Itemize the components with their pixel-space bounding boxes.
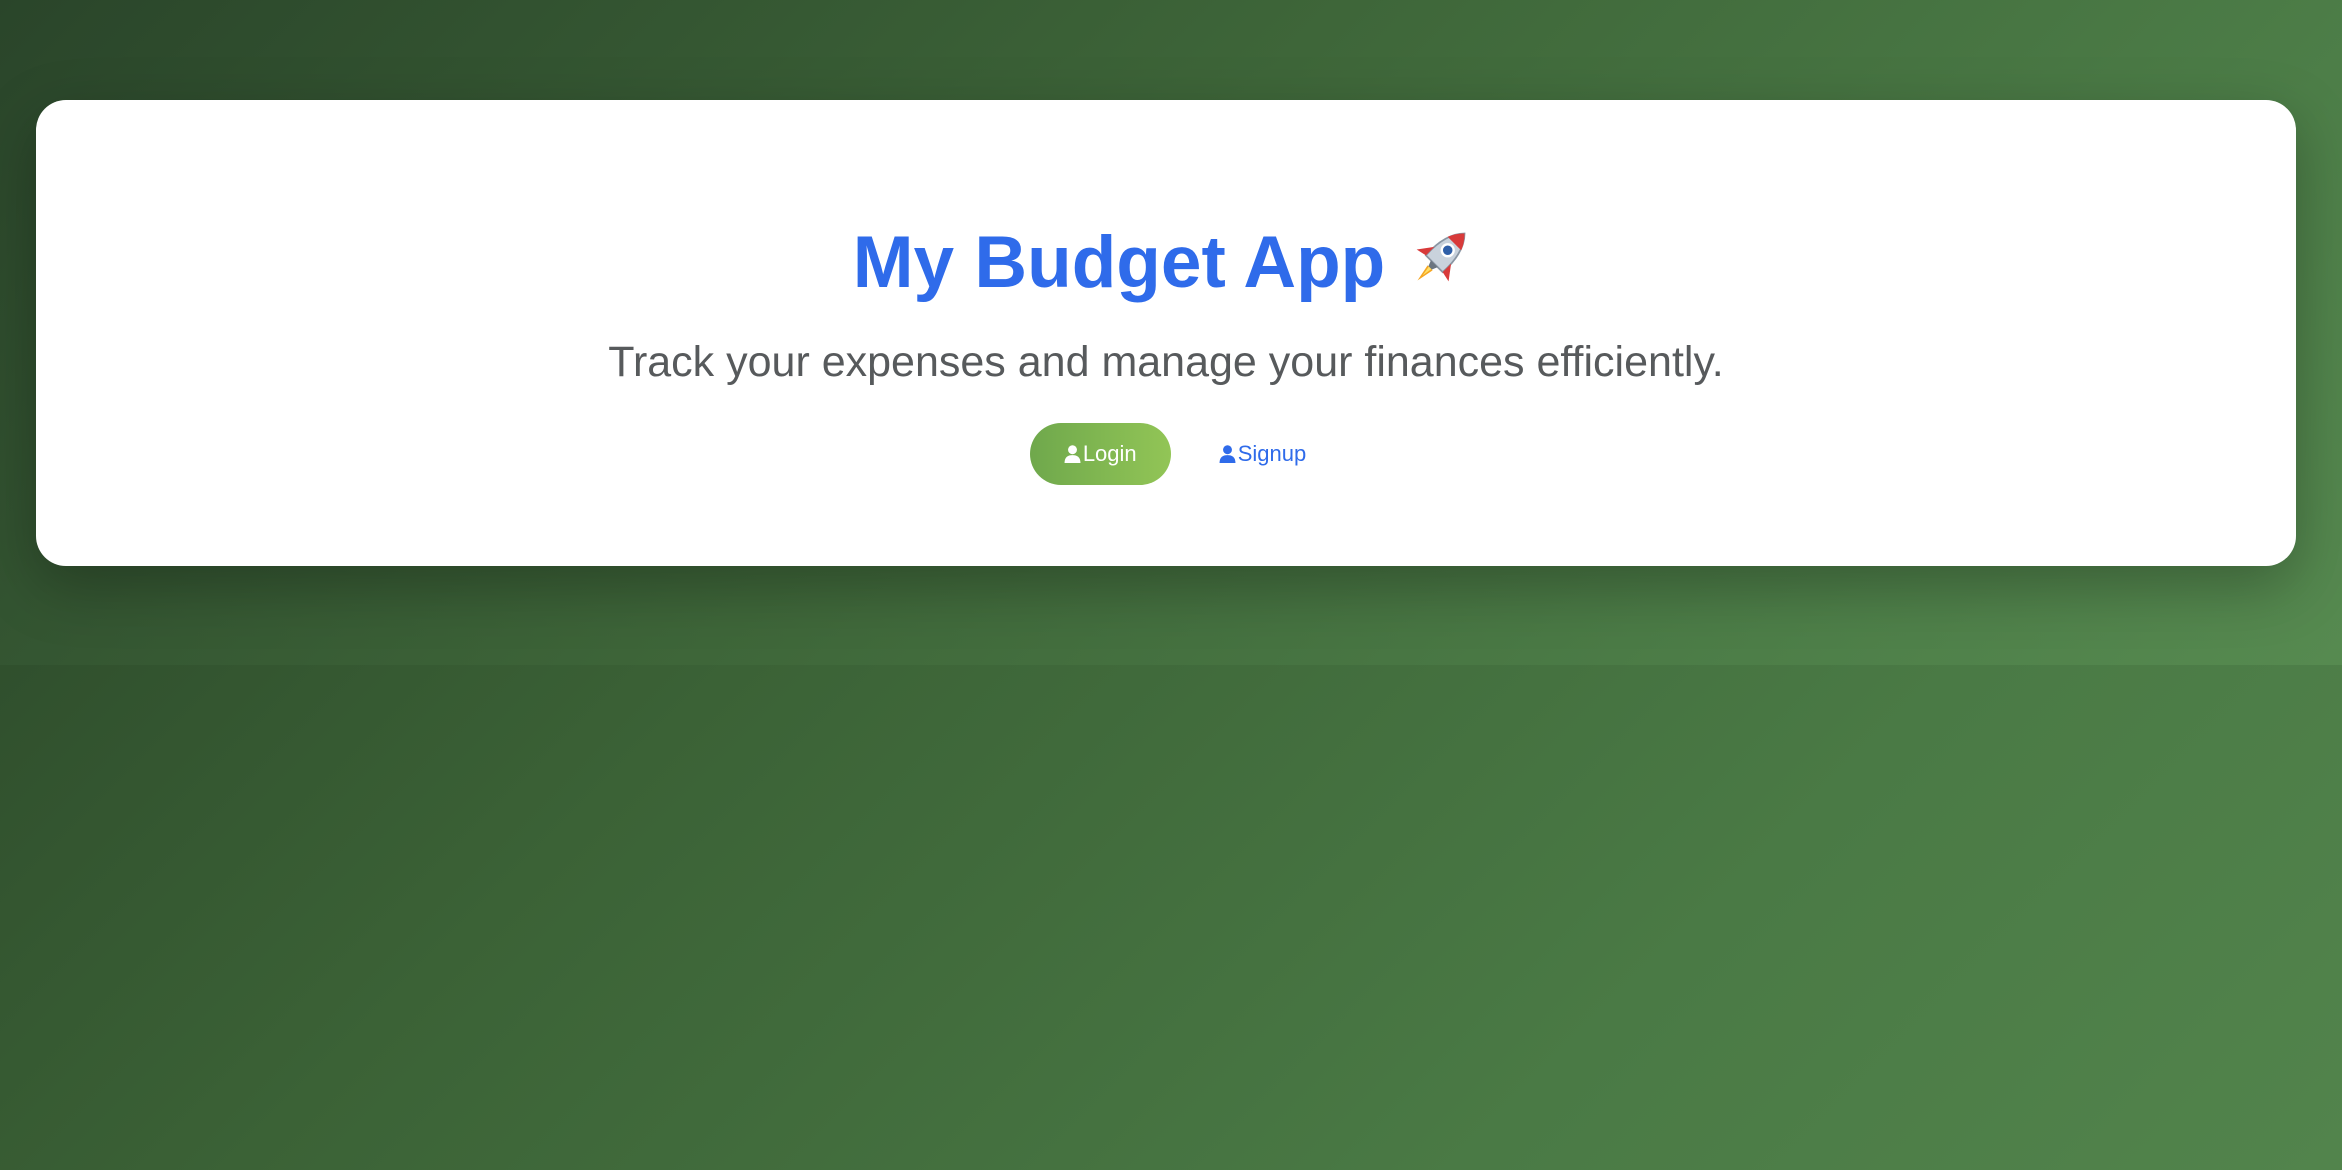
signup-label: Signup bbox=[1237, 441, 1307, 466]
page-subtitle: Track your expenses and manage your fina… bbox=[608, 338, 1724, 386]
welcome-card: My Budget App Track your expenses and ma… bbox=[36, 100, 2296, 566]
user-icon bbox=[1219, 445, 1236, 464]
user-icon bbox=[1064, 445, 1081, 464]
rocket-icon bbox=[1416, 232, 1466, 282]
login-label: Login bbox=[1082, 441, 1137, 466]
auth-actions: Login Signup bbox=[36, 422, 2296, 486]
app-title: My Budget App bbox=[852, 222, 1386, 303]
login-button[interactable]: Login bbox=[1029, 423, 1171, 485]
page-title: My Budget App bbox=[36, 218, 2296, 308]
signup-button[interactable]: Signup bbox=[1219, 433, 1307, 475]
